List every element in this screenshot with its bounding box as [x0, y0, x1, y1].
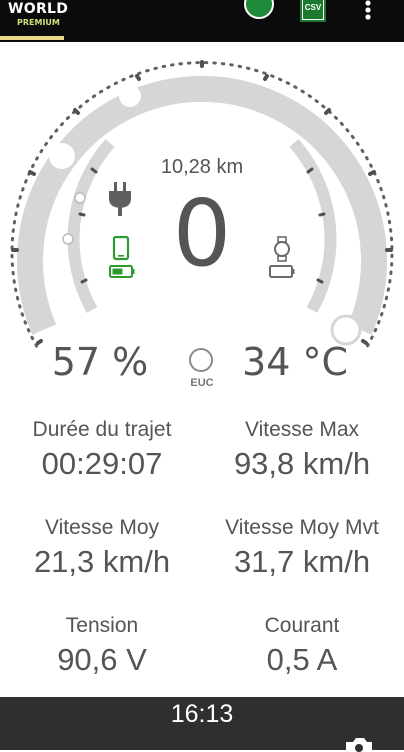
current-label: Courant — [264, 614, 340, 637]
csv-export-button[interactable]: CSV — [300, 0, 326, 22]
clock-time: 16:13 — [170, 700, 234, 728]
csv-label: CSV — [304, 3, 322, 12]
max-speed-value: 93,8 km/h — [233, 446, 371, 481]
trip-duration-label: Durée du trajet — [32, 418, 172, 441]
voltage-label: Tension — [65, 614, 139, 637]
phone-battery-icon — [109, 236, 135, 278]
overflow-menu-icon[interactable] — [360, 0, 376, 22]
avg-moving-speed-label: Vitesse Moy Mvt — [225, 516, 379, 539]
battery-level: 57 % — [51, 340, 149, 384]
speed-arc-knob-2 — [49, 143, 75, 169]
current-speed: 0 — [172, 180, 232, 287]
watch-battery-icon — [269, 236, 295, 278]
connection-status-icon[interactable] — [243, 0, 275, 22]
euc-connection-icon[interactable] — [189, 348, 213, 372]
top-app-bar: WORLD PREMIUM CSV — [0, 0, 404, 42]
trip-distance: 10,28 km — [160, 156, 244, 178]
max-speed-label: Vitesse Max — [245, 418, 359, 441]
battery-arc-marker — [74, 192, 86, 204]
brand-logo: WORLD PREMIUM — [8, 1, 68, 27]
avg-moving-speed-value: 31,7 km/h — [233, 544, 371, 579]
brand-subtitle: PREMIUM — [17, 18, 60, 27]
speed-arc-knob — [119, 85, 141, 107]
battery-arc-marker-2 — [62, 233, 74, 245]
euc-label: EUC — [190, 377, 214, 389]
avg-speed-label: Vitesse Moy — [45, 516, 159, 539]
avg-speed-value: 21,3 km/h — [33, 544, 171, 579]
trip-duration-value: 00:29:07 — [41, 446, 163, 481]
charging-plug-icon — [109, 182, 131, 216]
current-value: 0,5 A — [266, 642, 338, 677]
voltage-value: 90,6 V — [57, 642, 147, 677]
temperature-reading: 34 °C — [242, 340, 348, 384]
brand-title: WORLD — [8, 1, 69, 17]
